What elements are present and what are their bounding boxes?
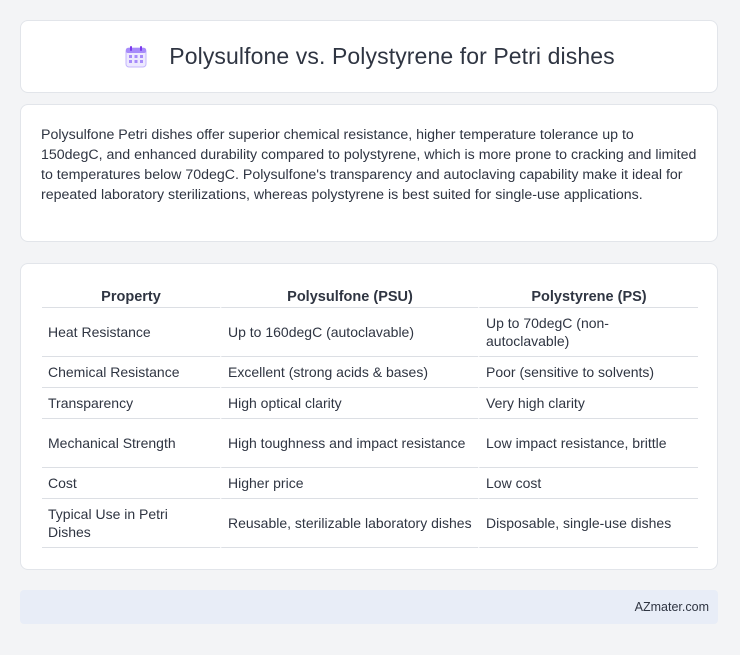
- table-row: Cost Higher price Low cost: [42, 468, 698, 499]
- polysulfone-cell: Higher price: [220, 468, 478, 499]
- summary-text: Polysulfone Petri dishes offer superior …: [41, 127, 697, 203]
- polystyrene-cell: Low impact resistance, brittle: [478, 419, 698, 468]
- table-row: Heat Resistance Up to 160degC (autoclava…: [42, 308, 698, 357]
- comparison-table: Property Polysulfone (PSU) Polystyrene (…: [42, 284, 698, 548]
- column-header-polystyrene: Polystyrene (PS): [478, 284, 698, 308]
- polysulfone-cell: Reusable, sterilizable laboratory dishes: [220, 499, 478, 548]
- title-card: Polysulfone vs. Polystyrene for Petri di…: [20, 20, 718, 93]
- property-cell: Heat Resistance: [42, 308, 220, 357]
- summary-card: Polysulfone Petri dishes offer superior …: [20, 104, 718, 242]
- table-row: Chemical Resistance Excellent (strong ac…: [42, 357, 698, 388]
- footer-bar: AZmater.com: [20, 590, 718, 624]
- property-cell: Cost: [42, 468, 220, 499]
- polystyrene-cell: Up to 70degC (non-autoclavable): [478, 308, 698, 357]
- polysulfone-cell: High toughness and impact resistance: [220, 419, 478, 468]
- polysulfone-cell: Up to 160degC (autoclavable): [220, 308, 478, 357]
- table-row: Typical Use in Petri Dishes Reusable, st…: [42, 499, 698, 548]
- polysulfone-cell: Excellent (strong acids & bases): [220, 357, 478, 388]
- property-cell: Mechanical Strength: [42, 419, 220, 468]
- polystyrene-cell: Very high clarity: [478, 388, 698, 419]
- comparison-card: Property Polysulfone (PSU) Polystyrene (…: [20, 263, 718, 570]
- calendar-icon: [123, 44, 149, 70]
- property-cell: Typical Use in Petri Dishes: [42, 499, 220, 548]
- footer-site-link[interactable]: AZmater.com: [635, 600, 709, 614]
- table-row: Mechanical Strength High toughness and i…: [42, 419, 698, 468]
- page-title: Polysulfone vs. Polystyrene for Petri di…: [169, 43, 615, 69]
- polystyrene-cell: Disposable, single-use dishes: [478, 499, 698, 548]
- column-header-property: Property: [42, 284, 220, 308]
- table-header-row: Property Polysulfone (PSU) Polystyrene (…: [42, 284, 698, 308]
- polystyrene-cell: Low cost: [478, 468, 698, 499]
- table-row: Transparency High optical clarity Very h…: [42, 388, 698, 419]
- property-cell: Transparency: [42, 388, 220, 419]
- polysulfone-cell: High optical clarity: [220, 388, 478, 419]
- property-cell: Chemical Resistance: [42, 357, 220, 388]
- column-header-polysulfone: Polysulfone (PSU): [220, 284, 478, 308]
- polystyrene-cell: Poor (sensitive to solvents): [478, 357, 698, 388]
